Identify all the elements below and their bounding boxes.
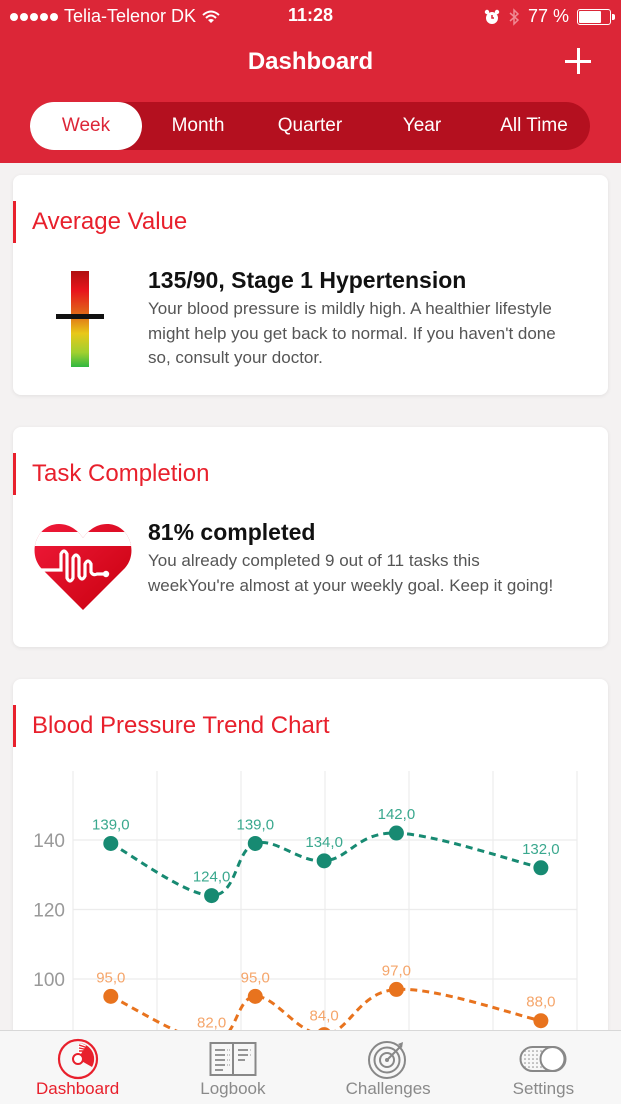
y-axis-ticks: 140 120 100 bbox=[33, 831, 65, 991]
average-description: Your blood pressure is mildly high. A he… bbox=[148, 299, 556, 367]
tab-label: Dashboard bbox=[36, 1079, 120, 1098]
data-point-diastolic bbox=[388, 981, 404, 997]
data-label-diastolic: 95,0 bbox=[241, 969, 270, 986]
dashboard-screen: Telia-Telenor DK 11:28 77 % Dashboard We… bbox=[0, 0, 621, 1104]
target-icon bbox=[368, 1041, 407, 1079]
data-point-diastolic bbox=[533, 1013, 549, 1029]
tab-label: Challenges bbox=[345, 1079, 431, 1098]
tab-dashboard[interactable]: Dashboard bbox=[0, 1031, 155, 1104]
tab-logbook[interactable]: Logbook bbox=[155, 1031, 310, 1104]
data-label-systolic: 124,0 bbox=[193, 869, 231, 886]
data-point-diastolic bbox=[247, 988, 263, 1004]
header: Telia-Telenor DK 11:28 77 % Dashboard We… bbox=[0, 0, 621, 163]
segment-week[interactable]: Week bbox=[30, 102, 142, 150]
bp-gauge-icon bbox=[71, 271, 89, 367]
data-point-systolic bbox=[388, 825, 404, 841]
data-label-systolic: 132,0 bbox=[522, 841, 560, 858]
page-title: Dashboard bbox=[247, 48, 374, 75]
data-point-systolic bbox=[247, 835, 263, 851]
average-value-card[interactable]: Average Value 135/90, Stage 1 Hypertensi… bbox=[13, 175, 608, 395]
tab-label: Logbook bbox=[200, 1079, 266, 1098]
status-bar: Telia-Telenor DK 11:28 77 % bbox=[0, 0, 621, 34]
tab-bar: Dashboard Logbook Challenges Settings bbox=[0, 1030, 621, 1104]
average-headline: 135/90, Stage 1 Hypertension bbox=[148, 267, 467, 293]
card-title: Average Value bbox=[13, 201, 187, 243]
data-point-systolic bbox=[533, 860, 549, 876]
tab-settings[interactable]: Settings bbox=[466, 1031, 621, 1104]
toggle-icon bbox=[519, 1046, 567, 1072]
tab-label: Settings bbox=[512, 1079, 575, 1098]
y-tick-label: 100 bbox=[33, 970, 65, 991]
data-label-systolic: 139,0 bbox=[92, 816, 130, 833]
gauge-marker bbox=[56, 314, 104, 319]
y-tick-label: 140 bbox=[33, 831, 65, 852]
segment-year[interactable]: Year bbox=[366, 102, 478, 150]
status-right: 77 % bbox=[484, 6, 615, 27]
segment-all-time[interactable]: All Time bbox=[478, 102, 590, 150]
data-point-systolic bbox=[103, 835, 119, 851]
card-title: Task Completion bbox=[13, 453, 209, 495]
y-tick-label: 120 bbox=[33, 901, 65, 922]
data-point-diastolic bbox=[103, 988, 119, 1004]
data-label-systolic: 139,0 bbox=[237, 816, 275, 833]
segment-quarter[interactable]: Quarter bbox=[254, 102, 366, 150]
data-label-diastolic: 82,0 bbox=[197, 1015, 226, 1032]
battery-icon bbox=[577, 8, 615, 25]
add-button[interactable] bbox=[563, 46, 593, 76]
data-point-systolic bbox=[316, 853, 332, 869]
data-point-systolic bbox=[204, 888, 220, 904]
data-label-diastolic: 97,0 bbox=[382, 962, 411, 979]
battery-fill bbox=[579, 10, 602, 23]
task-headline: 81% completed bbox=[148, 519, 316, 545]
data-label-diastolic: 88,0 bbox=[526, 994, 555, 1011]
dashboard-chart-icon bbox=[57, 1038, 98, 1080]
series-layer: 139,0 124,0 139,0 134,0 142,0 132,0 95,0 82,0 95… bbox=[92, 806, 560, 1050]
task-completion-card[interactable]: Task Completion 81% completed You alread… bbox=[13, 427, 608, 647]
tab-challenges[interactable]: Challenges bbox=[311, 1031, 466, 1104]
bluetooth-icon bbox=[509, 7, 520, 26]
battery-percent: 77 % bbox=[527, 6, 569, 26]
data-label-systolic: 142,0 bbox=[378, 806, 416, 823]
data-label-diastolic: 84,0 bbox=[310, 1008, 339, 1025]
data-label-systolic: 134,0 bbox=[305, 834, 343, 851]
alarm-icon bbox=[484, 9, 500, 24]
logbook-icon bbox=[209, 1042, 257, 1076]
task-description: You already completed 9 out of 11 tasks … bbox=[148, 551, 554, 595]
heart-pulse-icon bbox=[33, 524, 132, 610]
data-label-diastolic: 95,0 bbox=[96, 969, 125, 986]
period-segmented-control: Week Month Quarter Year All Time bbox=[30, 102, 590, 150]
segment-month[interactable]: Month bbox=[142, 102, 254, 150]
